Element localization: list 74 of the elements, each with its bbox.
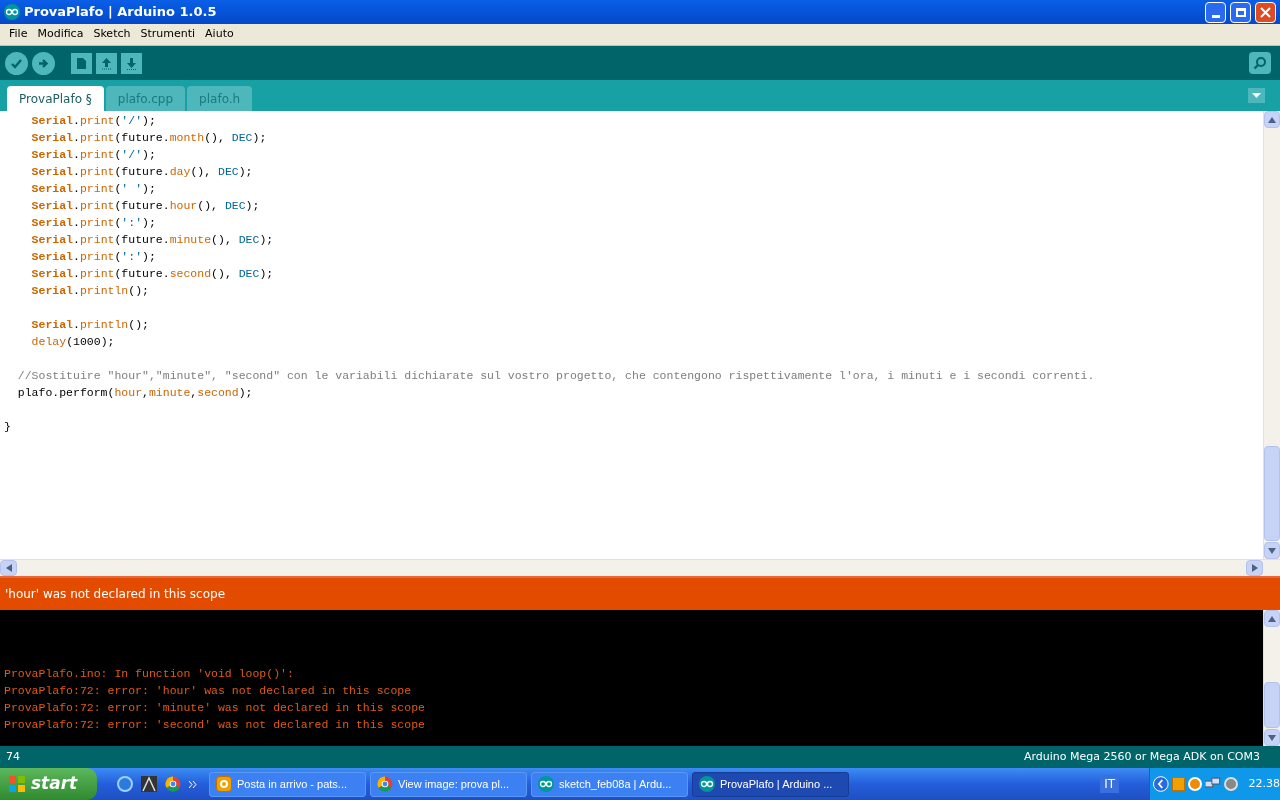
caret-icon (1252, 93, 1261, 98)
code-line: delay(1000); (30, 335, 115, 348)
app-logo-icon (4, 4, 20, 20)
windows-logo-icon (8, 775, 26, 793)
scrollbar-thumb[interactable] (1264, 446, 1280, 541)
verify-button[interactable] (5, 51, 28, 75)
serial-monitor-button[interactable] (1249, 52, 1271, 74)
menu-item[interactable]: Aiuto (200, 26, 239, 43)
code-line: Serial.print(future.month(), DEC); (30, 131, 267, 144)
board-info: Arduino Mega 2560 or Mega ADK on COM3 (1024, 748, 1260, 765)
left-arrow-icon[interactable] (5, 564, 12, 572)
open-button[interactable] (96, 52, 117, 74)
code-line: Serial.print(future.day(), DEC); (30, 165, 253, 178)
browser-icon (165, 776, 181, 792)
close-button[interactable] (1255, 1, 1276, 23)
up-arrow-icon[interactable] (1268, 116, 1276, 123)
code-line: Serial.print(future.minute(), DEC); (30, 233, 274, 246)
chevron-left-icon[interactable] (1153, 776, 1169, 792)
console-line: ProvaPlafo:72: error: 'hour' was not declared in this scope (4, 683, 413, 699)
console-line: ProvaPlafo.ino: In function 'void loop()': (4, 666, 295, 682)
line-number: 74 (6, 748, 20, 765)
up-arrow-icon (100, 56, 113, 70)
minimize-button[interactable] (1205, 1, 1226, 23)
upload-button[interactable] (32, 51, 55, 75)
menu-item[interactable]: File (4, 26, 33, 43)
code-line: Serial.print('/'); (30, 148, 156, 161)
window-title: ProvaPlafo | Arduino 1.0.5 (24, 3, 217, 22)
clock: 22.38 (1248, 775, 1280, 792)
menu-item[interactable]: Strumenti (135, 26, 201, 43)
document-icon (76, 56, 87, 70)
code-line: //Sostituire "hour","minute", "second" con le variabili dichiarate sul vostro progetto, che contengono rispettivamente l'ora, i minuti e i secondi correnti. (16, 369, 1095, 382)
right-arrow-icon[interactable] (1251, 564, 1258, 572)
console-scrollbar[interactable] (1263, 610, 1280, 746)
taskbar-button[interactable]: Posta in arrivo - pats... (209, 771, 366, 797)
editor-scrollbar[interactable] (1263, 111, 1280, 559)
code-line: Serial.print(':'); (30, 250, 156, 263)
network-icon[interactable] (1205, 777, 1221, 791)
console-line: ProvaPlafo:72: error: 'second' was not declared in this scope (4, 717, 426, 733)
menu-item[interactable]: Modifica (32, 26, 89, 43)
down-arrow-icon[interactable] (1268, 547, 1276, 554)
search-icon (1253, 56, 1267, 70)
down-arrow-icon (125, 56, 138, 70)
taskbar-button[interactable]: View image: prova pl... (370, 771, 527, 797)
new-button[interactable] (71, 52, 92, 74)
error-message: 'hour' was not declared in this scope (5, 586, 226, 603)
code-line: Serial.println(); (30, 318, 149, 331)
code-line: Serial.print(' '); (30, 182, 156, 195)
down-arrow-icon[interactable] (1268, 734, 1276, 741)
taskbar-button[interactable]: sketch_feb08a | Ardu... (531, 771, 688, 797)
maximize-button[interactable] (1230, 1, 1251, 23)
app-logo-icon (538, 776, 554, 792)
horizontal-scrollbar[interactable] (0, 559, 1280, 576)
code-line: Serial.println(); (30, 284, 149, 297)
menu-item[interactable]: Sketch (88, 26, 136, 43)
chevron-icon[interactable] (189, 780, 197, 788)
code-line: } (4, 420, 11, 433)
tray-app-icon[interactable] (1188, 777, 1203, 791)
app-logo-icon (699, 776, 715, 792)
right-arrow-icon (37, 56, 50, 70)
save-button[interactable] (121, 52, 142, 74)
tab-menu-button[interactable] (1248, 88, 1265, 103)
language-indicator[interactable]: IT (1100, 775, 1119, 793)
code-line: Serial.print(future.second(), DEC); (30, 267, 274, 280)
up-arrow-icon[interactable] (1268, 615, 1276, 622)
code-line: Serial.print('/'); (30, 114, 156, 127)
scrollbar-thumb[interactable] (1264, 682, 1280, 728)
file-tab[interactable]: ProvaPlafo § (7, 86, 104, 111)
code-line: Serial.print(':'); (30, 216, 156, 229)
code-line: plafo.perform(hour,minute,second); (16, 386, 253, 399)
taskbar-button[interactable]: ProvaPlafo | Arduino ... (692, 771, 849, 797)
browser-icon (377, 776, 393, 792)
console-line: ProvaPlafo:72: error: 'minute' was not declared in this scope (4, 700, 426, 716)
close-icon (1260, 6, 1271, 18)
code-line: Serial.print(future.hour(), DEC); (30, 199, 260, 212)
